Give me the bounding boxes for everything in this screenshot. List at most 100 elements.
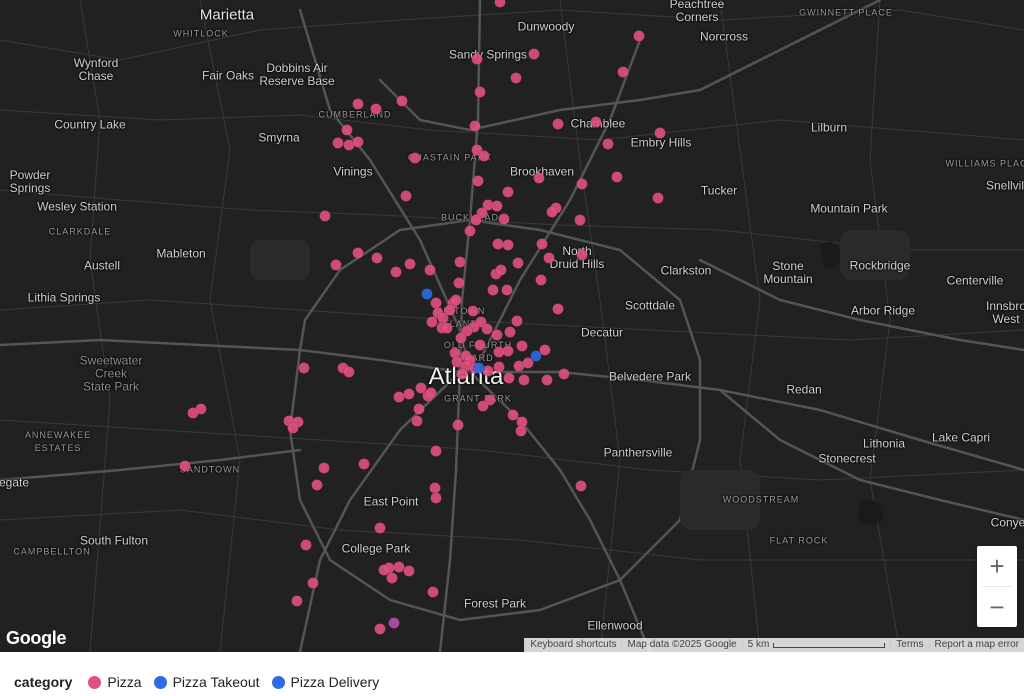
pizza-marker[interactable] — [535, 274, 547, 286]
pizza-marker[interactable] — [491, 329, 503, 341]
pizza-marker[interactable] — [427, 586, 439, 598]
pizza-marker[interactable] — [543, 252, 555, 264]
pizza-marker[interactable] — [400, 190, 412, 202]
pizza-marker[interactable] — [386, 572, 398, 584]
pizza-marker[interactable] — [504, 326, 516, 338]
pizza-marker[interactable] — [516, 340, 528, 352]
pizza-marker[interactable] — [512, 257, 524, 269]
pizza-marker[interactable] — [503, 372, 515, 384]
pizza-marker[interactable] — [474, 86, 486, 98]
pizza-marker[interactable] — [495, 264, 507, 276]
pizza-marker[interactable] — [652, 192, 664, 204]
pizza-marker[interactable] — [378, 564, 390, 576]
pizza-marker[interactable] — [341, 124, 353, 136]
pizza-marker[interactable] — [469, 120, 481, 132]
zoom-out-button[interactable]: − — [977, 587, 1017, 627]
pizza-marker[interactable] — [403, 565, 415, 577]
pizza-marker[interactable] — [370, 103, 382, 115]
pizza-marker[interactable] — [507, 409, 519, 421]
pizza-marker[interactable] — [300, 539, 312, 551]
pizza-marker[interactable] — [493, 346, 505, 358]
pizza-delivery-marker[interactable] — [473, 362, 485, 374]
pizza-marker[interactable] — [493, 361, 505, 373]
pizza-marker[interactable] — [455, 332, 467, 344]
pizza-marker[interactable] — [311, 479, 323, 491]
pizza-marker[interactable] — [515, 425, 527, 437]
pizza-marker[interactable] — [501, 284, 513, 296]
pizza-marker[interactable] — [494, 0, 506, 8]
pizza-marker[interactable] — [478, 150, 490, 162]
pizza-marker[interactable] — [456, 368, 468, 380]
pizza-marker[interactable] — [452, 419, 464, 431]
pizza-marker[interactable] — [470, 214, 482, 226]
pizza-marker[interactable] — [430, 492, 442, 504]
pizza-marker[interactable] — [467, 305, 479, 317]
pizza-marker[interactable] — [481, 323, 493, 335]
pizza-marker[interactable] — [352, 136, 364, 148]
map-canvas[interactable]: Marietta WHITLOCK Wynford Chase Fair Oaks Dob… — [0, 0, 1024, 652]
pizza-marker[interactable] — [403, 388, 415, 400]
pizza-marker[interactable] — [390, 266, 402, 278]
pizza-marker[interactable] — [425, 387, 437, 399]
pizza-delivery-marker[interactable] — [421, 288, 433, 300]
pizza-marker[interactable] — [453, 277, 465, 289]
pizza-marker[interactable] — [291, 595, 303, 607]
pizza-marker[interactable] — [409, 152, 421, 164]
pizza-marker[interactable] — [393, 561, 405, 573]
pizza-marker[interactable] — [575, 480, 587, 492]
pizza-marker[interactable] — [430, 297, 442, 309]
pizza-marker[interactable] — [541, 374, 553, 386]
pizza-marker[interactable] — [358, 458, 370, 470]
pizza-marker[interactable] — [441, 322, 453, 334]
pizza-marker[interactable] — [471, 53, 483, 65]
pizza-marker[interactable] — [374, 522, 386, 534]
keyboard-shortcuts-link[interactable]: Keyboard shortcuts — [524, 638, 622, 652]
pizza-marker[interactable] — [491, 200, 503, 212]
pizza-marker[interactable] — [426, 316, 438, 328]
scale-indicator[interactable]: 5 km — [741, 638, 891, 652]
pizza-marker[interactable] — [617, 66, 629, 78]
pizza-marker[interactable] — [437, 312, 449, 324]
pizza-marker[interactable] — [430, 445, 442, 457]
pizza-marker[interactable] — [511, 315, 523, 327]
pizza-marker[interactable] — [371, 252, 383, 264]
pizza-marker[interactable] — [352, 98, 364, 110]
pizza-marker[interactable] — [654, 127, 666, 139]
pizza-marker[interactable] — [477, 400, 489, 412]
pizza-marker[interactable] — [411, 415, 423, 427]
pizza-marker[interactable] — [352, 247, 364, 259]
pizza-marker[interactable] — [533, 172, 545, 184]
pizza-marker[interactable] — [474, 339, 486, 351]
legend-item-pizza[interactable]: Pizza — [88, 674, 142, 690]
pizza-marker[interactable] — [332, 137, 344, 149]
terms-link[interactable]: Terms — [890, 638, 929, 652]
pizza-marker[interactable] — [576, 249, 588, 261]
pizza-marker[interactable] — [487, 284, 499, 296]
pizza-marker[interactable] — [633, 30, 645, 42]
pizza-marker[interactable] — [404, 258, 416, 270]
pizza-marker[interactable] — [552, 118, 564, 130]
pizza-marker[interactable] — [472, 175, 484, 187]
pizza-marker[interactable] — [454, 256, 466, 268]
pizza-marker[interactable] — [528, 48, 540, 60]
pizza-marker[interactable] — [343, 366, 355, 378]
pizza-marker[interactable] — [502, 186, 514, 198]
pizza-marker[interactable] — [374, 623, 386, 635]
pizza-delivery-marker[interactable] — [530, 350, 542, 362]
pizza-marker[interactable] — [179, 460, 191, 472]
pizza-marker[interactable] — [318, 462, 330, 474]
pizza-marker[interactable] — [330, 259, 342, 271]
pizza-marker[interactable] — [450, 294, 462, 306]
pizza-marker[interactable] — [536, 238, 548, 250]
pizza-marker[interactable] — [393, 391, 405, 403]
pizza-marker[interactable] — [464, 225, 476, 237]
pizza-marker[interactable] — [287, 422, 299, 434]
pizza-marker[interactable] — [298, 362, 310, 374]
pizza-marker[interactable] — [396, 95, 408, 107]
legend-item-pizza-takeout[interactable]: Pizza Takeout — [153, 674, 260, 690]
pizza-marker[interactable] — [429, 482, 441, 494]
pizza-marker[interactable] — [502, 239, 514, 251]
legend-item-pizza-delivery[interactable]: Pizza Delivery — [271, 674, 379, 690]
pizza-marker[interactable] — [498, 213, 510, 225]
report-map-error-link[interactable]: Report a map error — [928, 638, 1024, 652]
